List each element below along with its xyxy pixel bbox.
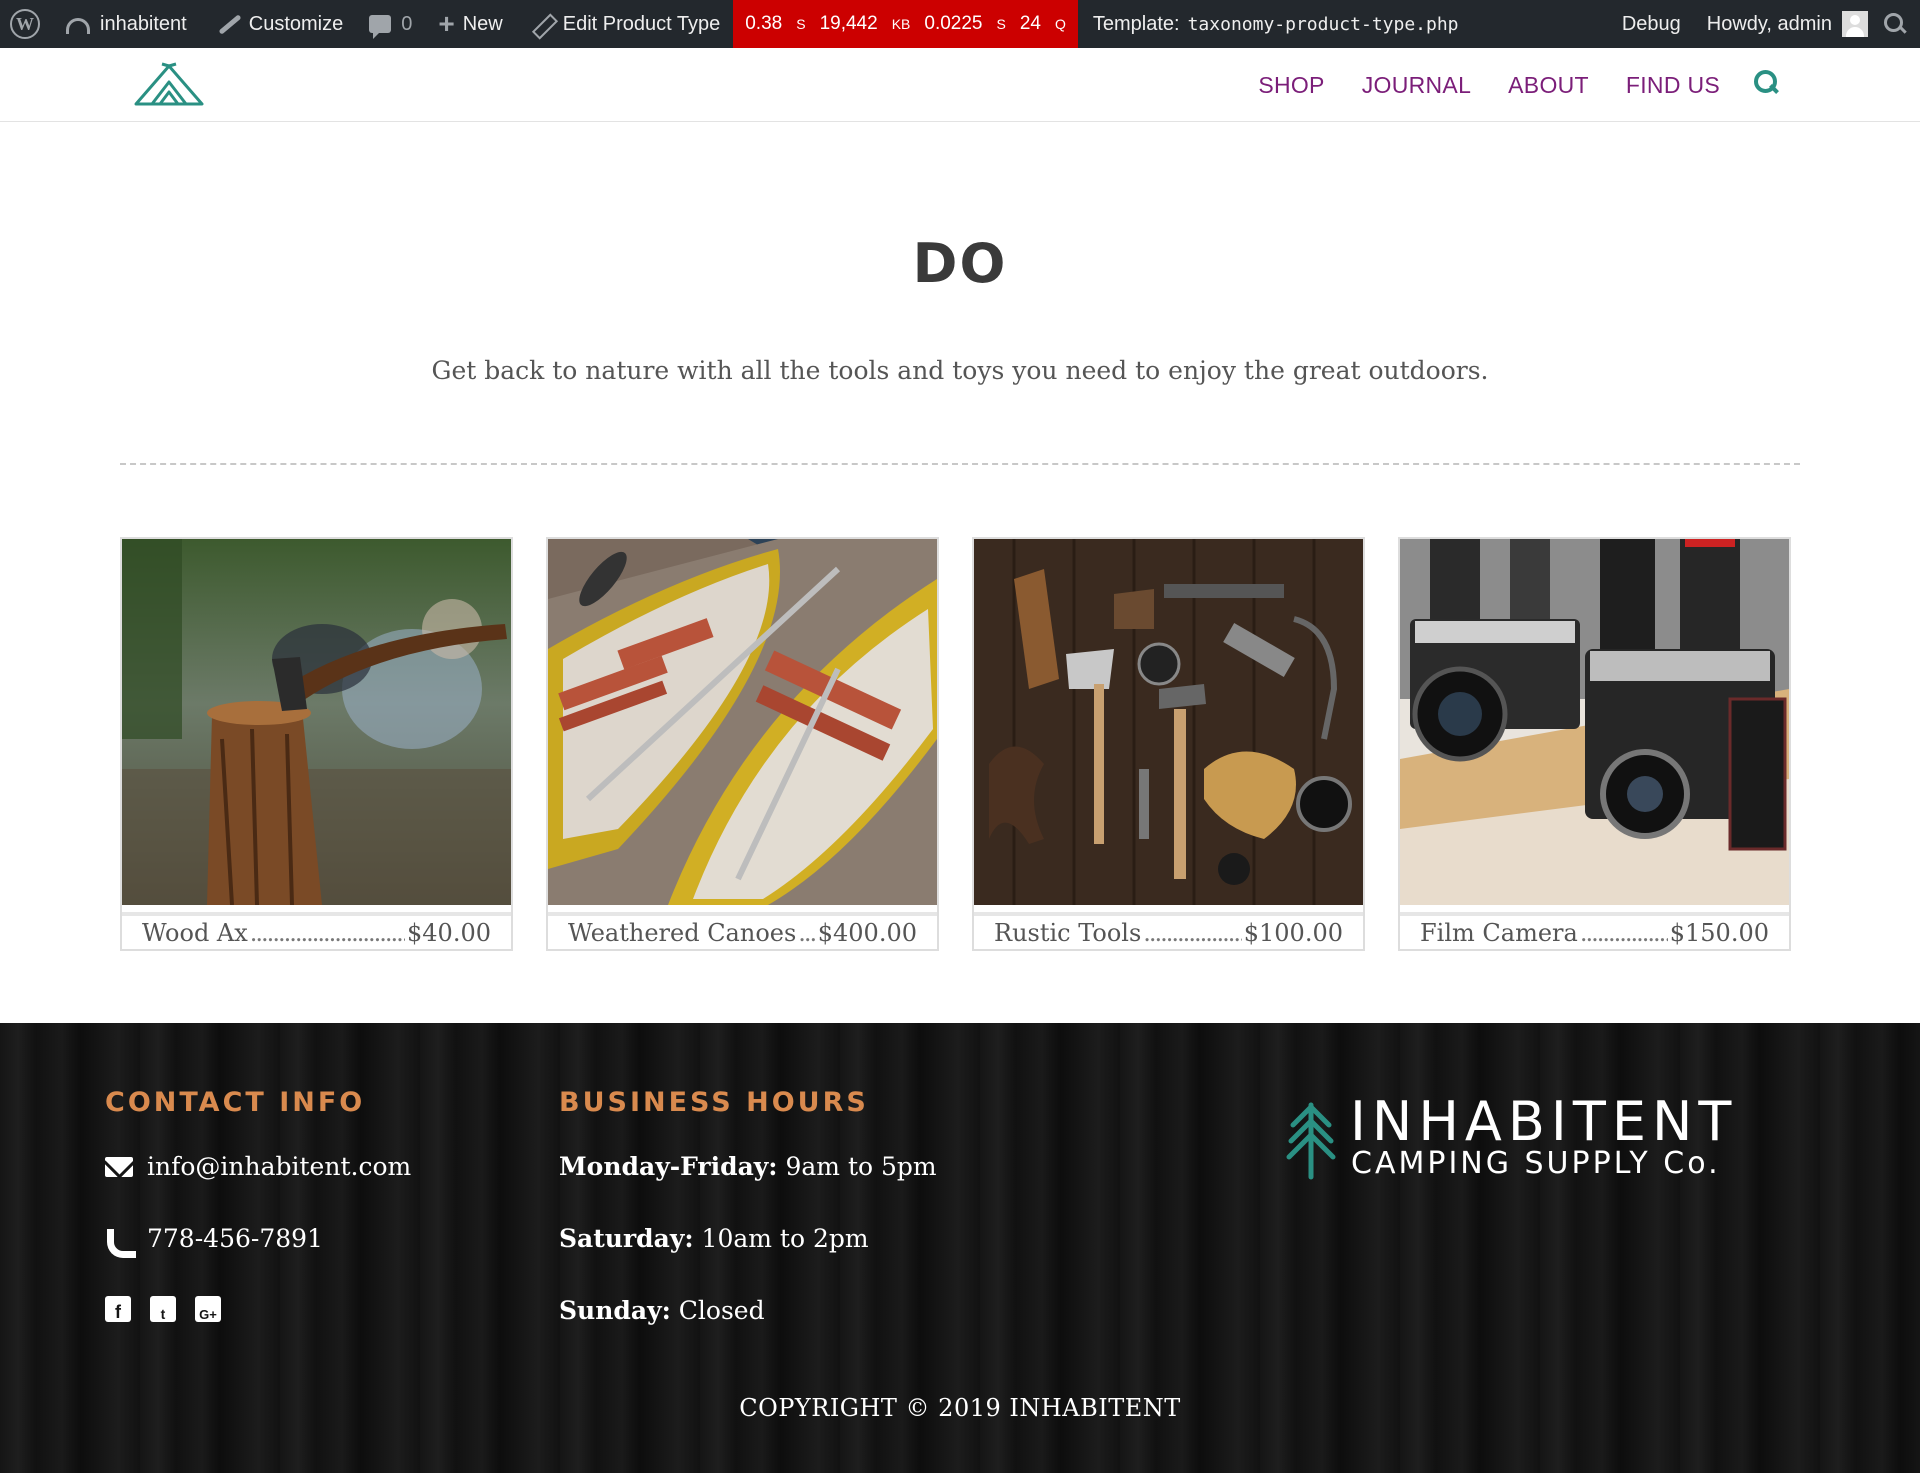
debug-menu[interactable]: Debug — [1609, 0, 1694, 48]
nav-find-us[interactable]: FIND US — [1626, 72, 1720, 99]
comment-bubble-icon — [369, 15, 392, 39]
site-name-menu[interactable]: inhabitent — [53, 0, 200, 48]
product-price: $40.00 — [407, 918, 491, 947]
pencil-icon — [529, 11, 555, 37]
email-text: info@inhabitent.com — [147, 1152, 412, 1181]
hours-time: Closed — [678, 1296, 765, 1325]
hours-row: Monday-Friday: 9am to 5pm — [559, 1152, 937, 1181]
wordpress-menu[interactable]: W — [0, 0, 53, 48]
product-image-weathered-canoes[interactable] — [548, 539, 937, 905]
perf-queries: 24 Q — [1019, 13, 1066, 34]
product-caption: Weathered Canoes $400.00 — [548, 912, 937, 949]
tent-logo-icon[interactable] — [132, 60, 206, 110]
product-image-film-camera[interactable] — [1400, 539, 1789, 905]
product-caption: Film Camera $150.00 — [1400, 912, 1789, 949]
nav-shop[interactable]: SHOP — [1258, 72, 1324, 99]
dashboard-icon — [66, 18, 90, 34]
edit-label: Edit Product Type — [562, 12, 721, 35]
my-account-menu[interactable]: Howdy, admin — [1694, 0, 1874, 48]
howdy-label: Howdy, admin — [1706, 12, 1832, 35]
query-monitor-stats[interactable]: 0.38 S 19,442 KB 0.0225 S 24 Q — [733, 0, 1078, 48]
new-content-menu[interactable]: + New — [425, 0, 515, 48]
avatar — [1842, 11, 1868, 37]
edit-product-type-link[interactable]: Edit Product Type — [516, 0, 734, 48]
social-links: f t G+ — [105, 1296, 240, 1322]
business-hours-heading: BUSINESS HOURS — [559, 1087, 869, 1118]
hours-time: 10am to 2pm — [701, 1224, 869, 1253]
template-label: Template: — [1092, 12, 1180, 35]
phone-icon — [105, 1225, 133, 1253]
comments-count: 0 — [401, 12, 413, 35]
admin-bar-secondary: Debug Howdy, admin — [1609, 0, 1920, 48]
brand-tagline: CAMPING SUPPLY Co. — [1351, 1146, 1721, 1181]
pine-tree-icon — [1286, 1102, 1336, 1180]
customize-label: Customize — [248, 12, 344, 35]
nav-journal[interactable]: JOURNAL — [1362, 72, 1471, 99]
product-name: Weathered Canoes — [568, 918, 797, 947]
footer-brand-logo[interactable]: INHABITENT CAMPING SUPPLY Co. — [1285, 1095, 1745, 1185]
new-label: New — [462, 12, 503, 35]
product-price: $150.00 — [1669, 918, 1769, 947]
product-price: $100.00 — [1243, 918, 1343, 947]
customize-link[interactable]: Customize — [200, 0, 356, 48]
product-name: Rustic Tools — [994, 918, 1142, 947]
hours-time: 9am to 5pm — [785, 1152, 937, 1181]
product-price: $400.00 — [817, 918, 917, 947]
section-divider — [120, 463, 1800, 465]
product-card-weathered-canoes[interactable]: Weathered Canoes $400.00 — [546, 537, 939, 951]
site-header: SHOP JOURNAL ABOUT FIND US — [0, 48, 1920, 122]
product-caption: Wood Ax $40.00 — [122, 912, 511, 949]
product-image-rustic-tools[interactable] — [974, 539, 1363, 905]
plus-icon: + — [438, 8, 455, 39]
price-leader-dots — [798, 919, 815, 947]
perf-time: 0.38 S — [745, 13, 806, 34]
search-icon[interactable] — [1754, 70, 1780, 96]
phone-text: 778-456-7891 — [147, 1224, 323, 1253]
product-image-wood-ax[interactable] — [122, 539, 511, 905]
paintbrush-icon — [213, 11, 239, 37]
hours-day: Saturday: — [559, 1224, 694, 1253]
contact-info-heading: CONTACT INFO — [105, 1087, 366, 1118]
admin-search-icon[interactable] — [1884, 13, 1906, 35]
price-leader-dots — [250, 919, 405, 947]
twitter-icon[interactable]: t — [150, 1296, 176, 1322]
site-name-label: inhabitent — [100, 12, 187, 35]
product-caption: Rustic Tools $100.00 — [974, 912, 1363, 949]
brand-name: INHABITENT — [1350, 1090, 1738, 1153]
hours-row: Saturday: 10am to 2pm — [559, 1224, 869, 1253]
debug-label: Debug — [1621, 12, 1681, 35]
contact-email[interactable]: info@inhabitent.com — [105, 1152, 411, 1181]
price-leader-dots — [1580, 919, 1668, 947]
nav-about[interactable]: ABOUT — [1508, 72, 1589, 99]
perf-query-time: 0.0225 S — [924, 13, 1006, 34]
main-navigation: SHOP JOURNAL ABOUT FIND US — [1221, 48, 1720, 122]
hours-day: Monday-Friday: — [559, 1152, 778, 1181]
product-name: Wood Ax — [142, 918, 248, 947]
product-grid: Wood Ax $40.00 — [120, 537, 1800, 951]
copyright: COPYRIGHT © 2019 INHABITENT — [739, 1394, 1181, 1422]
google-plus-icon[interactable]: G+ — [195, 1296, 221, 1322]
product-card-rustic-tools[interactable]: Rustic Tools $100.00 — [972, 537, 1365, 951]
wordpress-logo-icon: W — [10, 9, 40, 39]
page-description: Get back to nature with all the tools an… — [431, 356, 1489, 385]
template-file: taxonomy-product-type.php — [1187, 13, 1459, 35]
hours-day: Sunday: — [559, 1296, 671, 1325]
perf-memory: 19,442 KB — [819, 13, 911, 34]
hours-row: Sunday: Closed — [559, 1296, 765, 1325]
product-card-film-camera[interactable]: Film Camera $150.00 — [1398, 537, 1791, 951]
contact-phone[interactable]: 778-456-7891 — [105, 1224, 323, 1253]
envelope-icon — [105, 1156, 133, 1177]
comments-link[interactable]: 0 — [356, 0, 425, 48]
product-card-wood-ax[interactable]: Wood Ax $40.00 — [120, 537, 513, 951]
price-leader-dots — [1143, 919, 1241, 947]
wp-admin-bar: W inhabitent Customize 0 + New Edit Prod… — [0, 0, 1920, 48]
product-name: Film Camera — [1420, 918, 1578, 947]
facebook-icon[interactable]: f — [105, 1296, 131, 1322]
page-title: DO — [912, 232, 1008, 295]
template-info[interactable]: Template: taxonomy-product-type.php — [1078, 0, 1472, 48]
